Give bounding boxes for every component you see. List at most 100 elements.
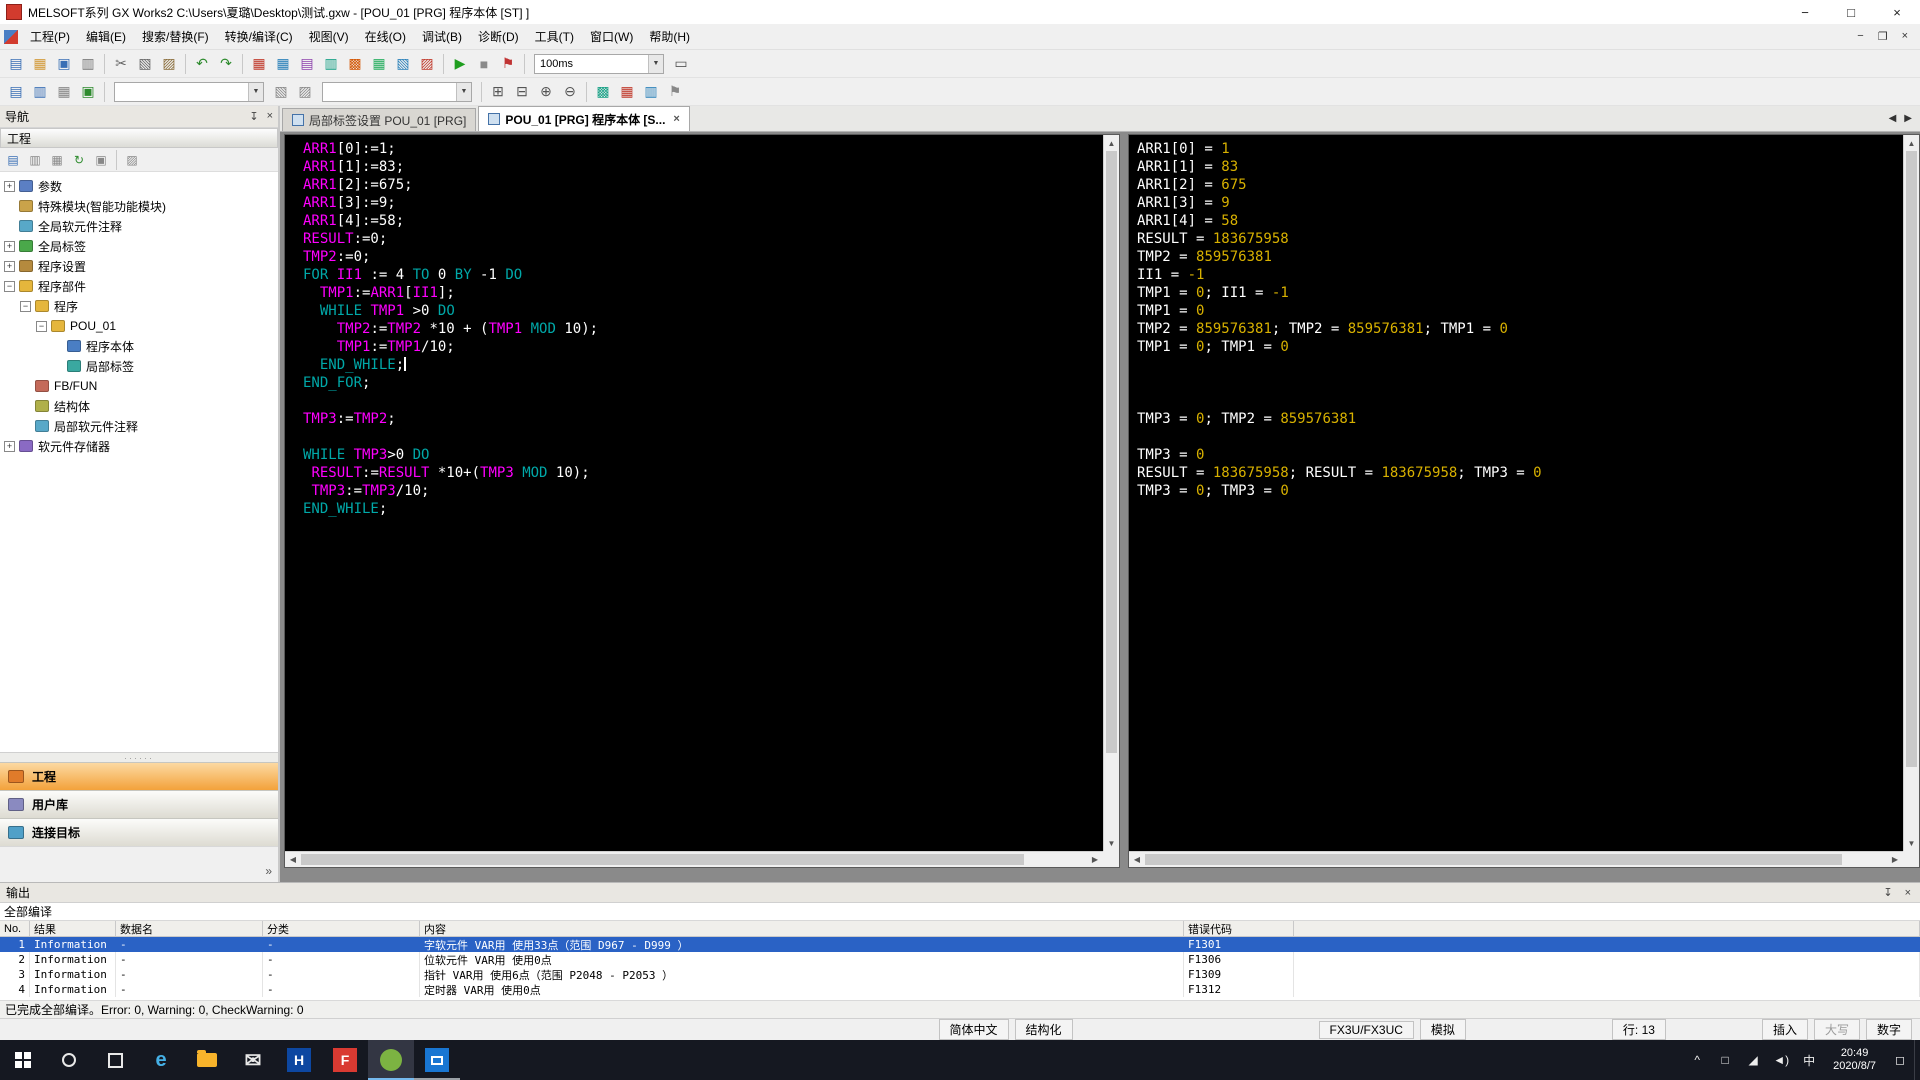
scroll-right-arrow[interactable]: ▶ [1887,852,1903,867]
tree-item-程序[interactable]: −程序 [0,296,278,316]
scroll-down-arrow[interactable]: ▼ [1104,835,1119,851]
scroll-up-arrow[interactable]: ▲ [1904,135,1919,151]
tree-item-POU_01[interactable]: −POU_01 [0,316,278,336]
scroll-thumb[interactable] [1106,151,1117,753]
menu-诊断(D)[interactable]: 诊断(D) [470,24,527,49]
mail-app[interactable]: ✉ [230,1040,276,1080]
tree-item-特殊模块(智能功能模块)[interactable]: 特殊模块(智能功能模块) [0,196,278,216]
build-icon[interactable]: ▦ [367,52,391,76]
watch-icon[interactable]: ⚑ [663,80,687,104]
device-test-icon[interactable]: ▥ [639,80,663,104]
horizontal-scrollbar[interactable]: ◀ ▶ [1129,851,1903,867]
pdf-app[interactable]: F [322,1040,368,1080]
nav-button-用户库[interactable]: 用户库 [0,790,278,818]
tab-document[interactable]: 局部标签设置 POU_01 [PRG] [282,108,476,131]
scroll-track[interactable] [301,852,1087,867]
tab-active-document[interactable]: POU_01 [PRG] 程序本体 [S...× [478,106,689,131]
print-icon[interactable]: ▥ [76,52,100,76]
copy-icon[interactable]: ▧ [133,52,157,76]
new-project-icon[interactable]: ▤ [4,52,28,76]
monitor-icon[interactable]: ⚑ [496,52,520,76]
open-project-icon[interactable]: ▦ [28,52,52,76]
pin-icon[interactable]: ↧ [1880,886,1895,899]
action-center-icon[interactable]: ◻ [1886,1053,1914,1067]
chevron-up-icon[interactable]: ^ [1683,1053,1711,1067]
paste-icon[interactable]: ▨ [157,52,181,76]
file-explorer-app[interactable] [184,1040,230,1080]
replace-icon[interactable]: ▨ [293,80,317,104]
simulation-stop-icon[interactable]: ■ [472,52,496,76]
show-desktop-button[interactable] [1914,1040,1920,1080]
simulation-start-icon[interactable]: ▶ [448,52,472,76]
output-row[interactable]: 2Information--位软元件 VAR用 使用0点F1306 [0,952,1920,967]
tree-expander[interactable]: + [4,261,15,272]
tree-item-局部软元件注释[interactable]: 局部软元件注释 [0,416,278,436]
mdi-minimize-button[interactable]: − [1857,30,1863,43]
ime-indicator[interactable]: 中 [1795,1052,1823,1069]
nav-button-工程[interactable]: 工程 [0,762,278,790]
menu-视图(V)[interactable]: 视图(V) [301,24,357,49]
filter-icon[interactable]: ▦ [46,149,68,171]
tab-scroll-left-icon[interactable]: ◀ [1889,113,1897,124]
label-setting-icon[interactable]: ▤ [295,52,319,76]
redo-icon[interactable]: ↷ [214,52,238,76]
output-row[interactable]: 1Information--字软元件 VAR用 使用33点（范围 D967 - … [0,937,1920,952]
menu-转换/编译(C)[interactable]: 转换/编译(C) [217,24,301,49]
output-window-icon[interactable]: ▣ [76,80,100,104]
monitor-pane[interactable]: ARR1[0] = 1ARR1[1] = 83ARR1[2] = 675ARR1… [1128,134,1920,868]
expand-all-icon[interactable]: ⊞ [486,80,510,104]
vertical-scrollbar[interactable]: ▲ ▼ [1103,135,1119,851]
write-to-plc-icon[interactable]: ▭ [669,52,693,76]
monitor-stop-icon[interactable]: ▦ [615,80,639,104]
chevron-down-icon[interactable]: ▼ [456,83,471,101]
menu-帮助(H)[interactable]: 帮助(H) [641,24,698,49]
mdi-close-button[interactable]: × [1902,30,1908,43]
maximize-button[interactable]: □ [1828,0,1874,24]
element-selection-icon[interactable]: ▦ [52,80,76,104]
save-project-icon[interactable]: ▣ [52,52,76,76]
menu-编辑(E)[interactable]: 编辑(E) [78,24,134,49]
minimize-button[interactable]: − [1782,0,1828,24]
tree-expander[interactable]: − [36,321,47,332]
scroll-thumb[interactable] [1145,854,1842,865]
label-combo[interactable]: ▼ [322,82,472,102]
program-icon[interactable]: ▩ [343,52,367,76]
scroll-up-arrow[interactable]: ▲ [1104,135,1119,151]
scroll-thumb[interactable] [1906,151,1917,767]
start-button[interactable] [0,1040,46,1080]
nav-button-连接目标[interactable]: 连接目标 [0,818,278,846]
tree-item-程序本体[interactable]: 程序本体 [0,336,278,356]
chevron-down-icon[interactable]: ▼ [248,83,263,101]
tree-item-程序设置[interactable]: +程序设置 [0,256,278,276]
find-icon[interactable]: ▧ [269,80,293,104]
tree-expander[interactable]: − [20,301,31,312]
scroll-down-arrow[interactable]: ▼ [1904,835,1919,851]
device-comment-icon[interactable]: ▦ [247,52,271,76]
vertical-scrollbar[interactable]: ▲ ▼ [1903,135,1919,851]
mdi-restore-button[interactable]: ❐ [1878,30,1888,43]
melsoft-simulator-app[interactable] [414,1040,460,1080]
search-button[interactable] [46,1040,92,1080]
scroll-track[interactable] [1145,852,1887,867]
tree-item-全局标签[interactable]: +全局标签 [0,236,278,256]
scan-time-combo[interactable]: 100ms▼ [534,54,664,74]
tree-item-局部标签[interactable]: 局部标签 [0,356,278,376]
all-folders-icon[interactable]: ▣ [90,149,112,171]
st-code-content[interactable]: ARR1[0]:=1;ARR1[1]:=83;ARR1[2]:=675;ARR1… [285,135,1103,851]
scroll-track[interactable] [1904,151,1919,835]
scroll-track[interactable] [1104,151,1119,835]
tree-expander[interactable]: + [4,241,15,252]
device-memory-icon[interactable]: ▥ [319,52,343,76]
close-button[interactable]: × [1874,0,1920,24]
h-app[interactable]: H [276,1040,322,1080]
zoom-out-icon[interactable]: ⊖ [558,80,582,104]
output-row[interactable]: 3Information--指针 VAR用 使用6点（范围 P2048 - P2… [0,967,1920,982]
parameter-icon[interactable]: ▦ [271,52,295,76]
cut-icon[interactable]: ✂ [109,52,133,76]
close-icon[interactable]: × [1902,887,1914,899]
tree-item-软元件存储器[interactable]: +软元件存储器 [0,436,278,456]
zoom-in-icon[interactable]: ⊕ [534,80,558,104]
clock[interactable]: 20:49 2020/8/7 [1823,1047,1886,1073]
network-icon[interactable]: ◢ [1739,1053,1767,1067]
tree-expander[interactable]: + [4,441,15,452]
